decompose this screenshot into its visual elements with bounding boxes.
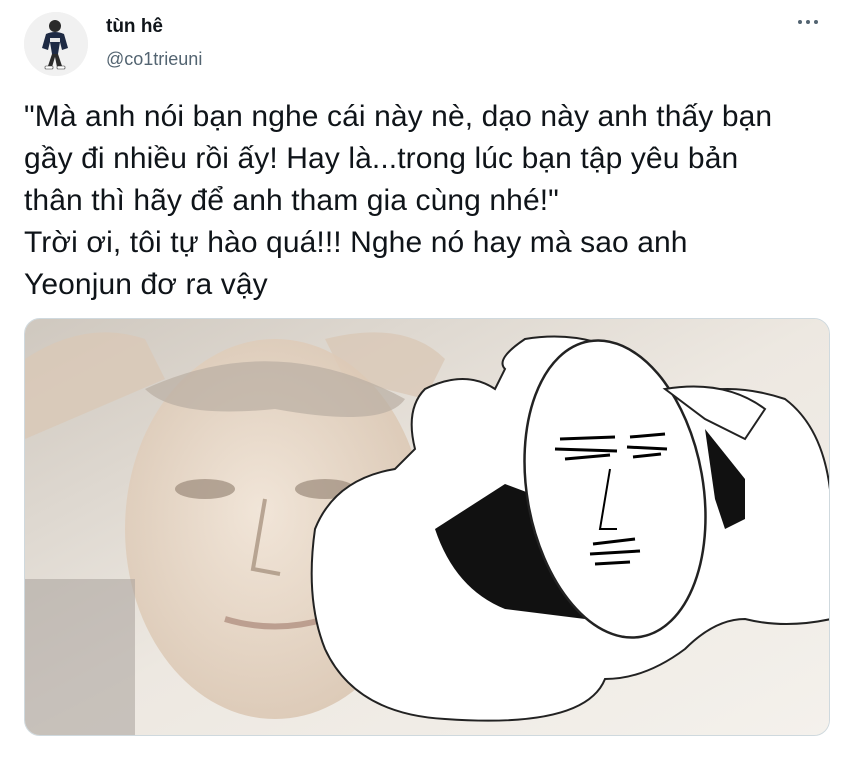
tweet-text-line: Yeonjun đơ ra vậy xyxy=(24,268,268,301)
user-avatar-icon[interactable] xyxy=(24,12,88,76)
author-info: tùn hê @co1trieuni xyxy=(106,16,202,70)
tweet-media-image[interactable] xyxy=(24,318,830,736)
avatar-figure xyxy=(24,12,88,76)
author-display-name[interactable]: tùn hê xyxy=(106,16,202,39)
meme-image xyxy=(25,319,829,735)
tweet-card[interactable]: tùn hê @co1trieuni "Mà anh nói bạn nghe … xyxy=(0,0,844,758)
tweet-text-line: thân thì hãy để anh tham gia cùng nhé!" xyxy=(24,184,559,217)
tweet-text-line: "Mà anh nói bạn nghe cái này nè, dạo này… xyxy=(24,100,773,133)
tweet-text-line: Trời ơi, tôi tự hào quá!!! Nghe nó hay m… xyxy=(24,226,688,259)
tweet-text-line: gầy đi nhiều rồi ấy! Hay là...trong lúc … xyxy=(24,142,739,175)
ellipsis-glyph xyxy=(798,20,818,24)
more-options-icon[interactable] xyxy=(790,10,826,34)
author-handle[interactable]: @co1trieuni xyxy=(106,49,202,71)
tweet-text: "Mà anh nói bạn nghe cái này nè, dạo này… xyxy=(24,96,824,306)
